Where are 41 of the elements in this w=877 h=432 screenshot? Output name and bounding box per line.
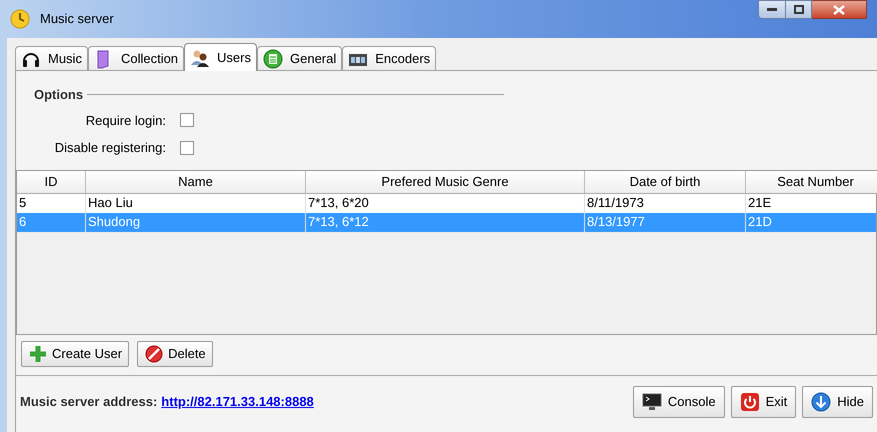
column-header[interactable]: Name bbox=[86, 170, 306, 192]
column-header[interactable]: Prefered Music Genre bbox=[306, 170, 585, 192]
window-title: Music server bbox=[40, 10, 114, 28]
table-cell: 21D bbox=[746, 212, 877, 232]
close-button[interactable] bbox=[812, 0, 867, 19]
checkbox[interactable] bbox=[180, 113, 194, 128]
tab[interactable]: Music bbox=[15, 46, 88, 70]
button[interactable]: Delete bbox=[137, 340, 213, 366]
column-header[interactable]: Date of birth bbox=[585, 170, 746, 192]
address-link[interactable]: http://82.171.33.148:8888 bbox=[161, 392, 314, 412]
button[interactable]: Exit bbox=[730, 386, 796, 418]
tab[interactable]: General bbox=[257, 46, 342, 70]
minimize-icon bbox=[767, 8, 777, 12]
table-cell: Shudong bbox=[86, 212, 306, 232]
checkbox-label: Require login: bbox=[86, 112, 166, 130]
users-icon bbox=[190, 48, 210, 68]
button[interactable]: Hide bbox=[802, 386, 873, 418]
table-cell: 7*13, 6*12 bbox=[306, 212, 585, 232]
tab[interactable]: Encoders bbox=[342, 46, 436, 70]
app-icon bbox=[10, 9, 30, 29]
button[interactable]: Console bbox=[632, 386, 725, 418]
tab[interactable]: Users bbox=[184, 43, 257, 71]
maximize-icon bbox=[794, 5, 804, 14]
column-header[interactable]: ID bbox=[17, 170, 86, 192]
checkbox-label: Disable registering: bbox=[54, 139, 166, 157]
maximize-button[interactable] bbox=[786, 0, 812, 19]
no-entry-icon bbox=[144, 344, 164, 364]
button[interactable]: Create User bbox=[21, 340, 130, 366]
power-icon bbox=[740, 392, 760, 412]
column-header[interactable]: Seat Number bbox=[746, 170, 877, 192]
checkbox[interactable] bbox=[180, 140, 194, 155]
table-cell: 6 bbox=[17, 212, 86, 232]
close-icon bbox=[833, 4, 845, 14]
address-label: Music server address: bbox=[20, 393, 158, 411]
table-cell: 8/13/1977 bbox=[585, 212, 746, 232]
group-title: Options bbox=[34, 86, 84, 104]
minimize-button[interactable] bbox=[758, 0, 786, 19]
tab[interactable]: Collection bbox=[88, 46, 184, 70]
plus-icon bbox=[28, 344, 48, 364]
monitor-icon bbox=[642, 392, 662, 412]
calculator-icon bbox=[263, 48, 283, 68]
